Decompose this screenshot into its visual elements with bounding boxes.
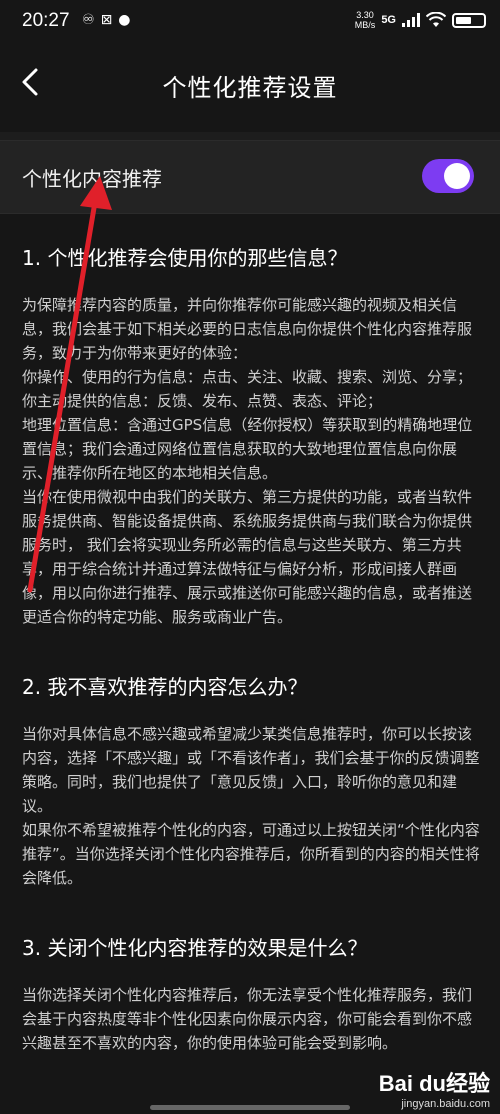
battery-icon — [452, 12, 486, 28]
network-type: 5G — [381, 14, 396, 26]
baidu-jingyan-watermark: Bai du经验 jingyan.baidu.com — [379, 1066, 490, 1110]
paragraph: 你操作、使用的行为信息：点击、关注、收藏、搜索、浏览、分享； — [22, 368, 473, 386]
watermark-site: jingyan.baidu.com — [401, 1098, 490, 1110]
notification-icons: ♾ ⊠ ● — [82, 12, 131, 28]
personalized-recommendation-toggle[interactable] — [422, 159, 474, 193]
watermark-logo: Bai du经验 — [378, 1071, 490, 1096]
status-right: 3.30 MB/s 5G — [355, 10, 486, 30]
home-indicator[interactable] — [150, 1105, 350, 1110]
network-speed-value: 3.30 — [356, 10, 374, 20]
toggle-knob — [444, 163, 470, 189]
section-3: 3. 关闭个性化内容推荐的效果是什么？ 当你选择关闭个性化内容推荐后，你无法享受… — [22, 932, 482, 1055]
paragraph: 当你选择关闭个性化内容推荐后，你无法享受个性化推荐服务，我们会基于内容热度等非个… — [22, 986, 473, 1052]
paragraph: 地理位置信息：含通过GPS信息（经你授权）等获取到的精确地理位置信息；我们会通过… — [22, 416, 473, 482]
personalized-recommendation-row: 个性化内容推荐 — [0, 140, 500, 214]
personalized-recommendation-label: 个性化内容推荐 — [22, 167, 162, 191]
paragraph: 当你对具体信息不感兴趣或希望减少某类信息推荐时，你可以长按该内容，选择「不感兴趣… — [22, 725, 480, 815]
divider — [0, 132, 500, 140]
content: 1. 个性化推荐会使用你的那些信息？ 为保障推荐内容的质量，并向你推荐你可能感兴… — [22, 222, 482, 1055]
header: 个性化推荐设置 — [0, 44, 500, 122]
app-notification-icon: ♾ — [82, 12, 95, 28]
paragraph: 如果你不希望被推荐个性化的内容，可通过以上按钮关闭“个性化内容推荐”。当你选择关… — [22, 821, 480, 887]
battery-level — [456, 16, 472, 24]
section-title: 2. 我不喜欢推荐的内容怎么办？ — [22, 675, 308, 699]
signal-icon — [402, 13, 420, 27]
page-title: 个性化推荐设置 — [162, 74, 338, 102]
status-bar: 20:27 ♾ ⊠ ● 3.30 MB/s 5G — [0, 0, 500, 44]
section-1: 1. 个性化推荐会使用你的那些信息？ 为保障推荐内容的质量，并向你推荐你可能感兴… — [22, 242, 482, 629]
section-2: 2. 我不喜欢推荐的内容怎么办？ 当你对具体信息不感兴趣或希望减少某类信息推荐时… — [22, 671, 482, 890]
network-speed: 3.30 MB/s — [355, 10, 376, 30]
paragraph: 为保障推荐内容的质量，并向你推荐你可能感兴趣的视频及相关信息，我们会基于如下相关… — [22, 296, 473, 362]
message-notification-icon: ● — [118, 12, 131, 28]
wifi-icon — [426, 12, 446, 27]
paragraph: 当你在使用微视中由我们的关联方、第三方提供的功能，或者当软件服务提供商、智能设备… — [22, 488, 473, 626]
section-title: 3. 关闭个性化内容推荐的效果是什么？ — [22, 936, 368, 960]
section-title: 1. 个性化推荐会使用你的那些信息？ — [22, 246, 348, 270]
paragraph: 你主动提供的信息：反馈、发布、点赞、表态、评论； — [22, 392, 383, 410]
app-notification-icon: ⊠ — [100, 12, 113, 28]
network-speed-unit: MB/s — [354, 20, 376, 30]
status-time: 20:27 — [22, 10, 70, 31]
